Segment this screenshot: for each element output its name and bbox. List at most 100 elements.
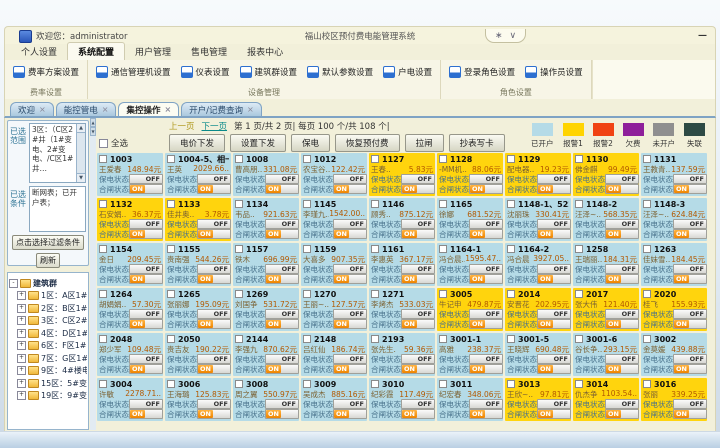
toolbar-button-1-0[interactable]: 通信管理机设置: [91, 64, 176, 80]
switch-toggle[interactable]: ON: [469, 274, 503, 284]
switch-toggle[interactable]: ON: [401, 184, 435, 194]
switch-toggle[interactable]: ON: [265, 229, 299, 239]
room-checkbox[interactable]: [643, 290, 651, 298]
switch-toggle[interactable]: ON: [333, 364, 367, 374]
tree-node-3[interactable]: +4区：D区1#井（D区…: [17, 328, 87, 339]
protect-toggle[interactable]: OFF: [673, 309, 707, 319]
room-checkbox[interactable]: [575, 200, 583, 208]
action-button-5[interactable]: 抄表写卡: [449, 134, 505, 152]
switch-toggle[interactable]: ON: [197, 364, 231, 374]
tree-node-7[interactable]: +15区：5#变站（3#…: [17, 378, 87, 389]
switch-toggle[interactable]: ON: [129, 274, 163, 284]
toolbar-button-1-2[interactable]: 建筑群设置: [235, 64, 303, 80]
switch-toggle[interactable]: ON: [537, 409, 571, 419]
protect-toggle[interactable]: OFF: [333, 264, 367, 274]
switch-toggle[interactable]: ON: [673, 229, 707, 239]
next-page-link[interactable]: 下一页: [202, 120, 228, 132]
switch-toggle[interactable]: ON: [129, 229, 163, 239]
switch-toggle[interactable]: ON: [401, 319, 435, 329]
protect-toggle[interactable]: OFF: [469, 354, 503, 364]
room-checkbox[interactable]: [303, 200, 311, 208]
switch-toggle[interactable]: ON: [673, 274, 707, 284]
room-checkbox[interactable]: [235, 200, 243, 208]
room-checkbox[interactable]: [439, 335, 447, 343]
menu-item-3[interactable]: 售电管理: [181, 43, 237, 60]
switch-toggle[interactable]: ON: [673, 409, 707, 419]
switch-toggle[interactable]: ON: [537, 184, 571, 194]
toolbar-button-1-1[interactable]: 仪表设置: [176, 64, 235, 80]
protect-toggle[interactable]: OFF: [265, 309, 299, 319]
switch-toggle[interactable]: ON: [537, 229, 571, 239]
action-button-1[interactable]: 设置下发: [230, 134, 286, 152]
protect-toggle[interactable]: OFF: [537, 264, 571, 274]
star-icon[interactable]: ∗: [495, 31, 503, 41]
action-button-3[interactable]: 恢复预付费: [335, 134, 400, 152]
protect-toggle[interactable]: OFF: [265, 264, 299, 274]
tree-node-5[interactable]: +7区：G区1#井: [17, 353, 87, 364]
close-icon[interactable]: ×: [39, 105, 46, 114]
room-checkbox[interactable]: [439, 290, 447, 298]
room-checkbox[interactable]: [167, 200, 175, 208]
protect-toggle[interactable]: OFF: [265, 354, 299, 364]
room-checkbox[interactable]: [303, 380, 311, 388]
panel-splitter[interactable]: ▲ ▼: [90, 118, 96, 430]
room-checkbox[interactable]: [575, 245, 583, 253]
room-checkbox[interactable]: [99, 290, 107, 298]
protect-toggle[interactable]: OFF: [401, 264, 435, 274]
expand-icon[interactable]: +: [17, 391, 26, 400]
room-checkbox[interactable]: [507, 290, 515, 298]
room-checkbox[interactable]: [575, 155, 583, 163]
room-checkbox[interactable]: [371, 245, 379, 253]
room-checkbox[interactable]: [235, 155, 243, 163]
room-checkbox[interactable]: [235, 245, 243, 253]
room-checkbox[interactable]: [371, 200, 379, 208]
protect-toggle[interactable]: OFF: [673, 399, 707, 409]
switch-toggle[interactable]: ON: [605, 409, 639, 419]
switch-toggle[interactable]: ON: [469, 409, 503, 419]
room-checkbox[interactable]: [235, 380, 243, 388]
protect-toggle[interactable]: OFF: [605, 399, 639, 409]
switch-toggle[interactable]: ON: [265, 319, 299, 329]
protect-toggle[interactable]: OFF: [401, 309, 435, 319]
toolbar-button-1-4[interactable]: 户电设置: [378, 64, 437, 80]
protect-toggle[interactable]: OFF: [333, 309, 367, 319]
expand-icon[interactable]: +: [17, 354, 26, 363]
protect-toggle[interactable]: OFF: [605, 354, 639, 364]
protect-toggle[interactable]: OFF: [129, 174, 163, 184]
switch-toggle[interactable]: ON: [333, 409, 367, 419]
switch-toggle[interactable]: ON: [401, 409, 435, 419]
expand-icon[interactable]: +: [17, 329, 26, 338]
expand-icon[interactable]: +: [17, 304, 26, 313]
protect-toggle[interactable]: OFF: [333, 219, 367, 229]
expand-icon[interactable]: +: [17, 366, 26, 375]
scroll-up-icon[interactable]: ▲: [77, 124, 85, 133]
protect-toggle[interactable]: OFF: [401, 399, 435, 409]
room-checkbox[interactable]: [643, 335, 651, 343]
tree-root[interactable]: -建筑群: [9, 278, 87, 289]
menu-item-2[interactable]: 用户管理: [125, 43, 181, 60]
room-checkbox[interactable]: [371, 380, 379, 388]
room-checkbox[interactable]: [99, 380, 107, 388]
close-icon[interactable]: ×: [247, 105, 254, 114]
splitter-down-icon[interactable]: ▼: [90, 127, 96, 136]
switch-toggle[interactable]: ON: [333, 274, 367, 284]
protect-toggle[interactable]: OFF: [673, 174, 707, 184]
protect-toggle[interactable]: OFF: [129, 219, 163, 229]
switch-toggle[interactable]: ON: [333, 319, 367, 329]
switch-toggle[interactable]: ON: [537, 364, 571, 374]
protect-toggle[interactable]: OFF: [537, 174, 571, 184]
menu-item-1[interactable]: 系统配置: [67, 42, 125, 60]
protect-toggle[interactable]: OFF: [605, 174, 639, 184]
room-checkbox[interactable]: [99, 245, 107, 253]
protect-toggle[interactable]: OFF: [673, 219, 707, 229]
switch-toggle[interactable]: ON: [333, 184, 367, 194]
room-checkbox[interactable]: [99, 335, 107, 343]
room-checkbox[interactable]: [167, 290, 175, 298]
room-checkbox[interactable]: [303, 290, 311, 298]
protect-toggle[interactable]: OFF: [197, 174, 231, 184]
protect-toggle[interactable]: OFF: [401, 219, 435, 229]
room-checkbox[interactable]: [303, 155, 311, 163]
switch-toggle[interactable]: ON: [333, 229, 367, 239]
switch-toggle[interactable]: ON: [673, 364, 707, 374]
room-checkbox[interactable]: [371, 335, 379, 343]
